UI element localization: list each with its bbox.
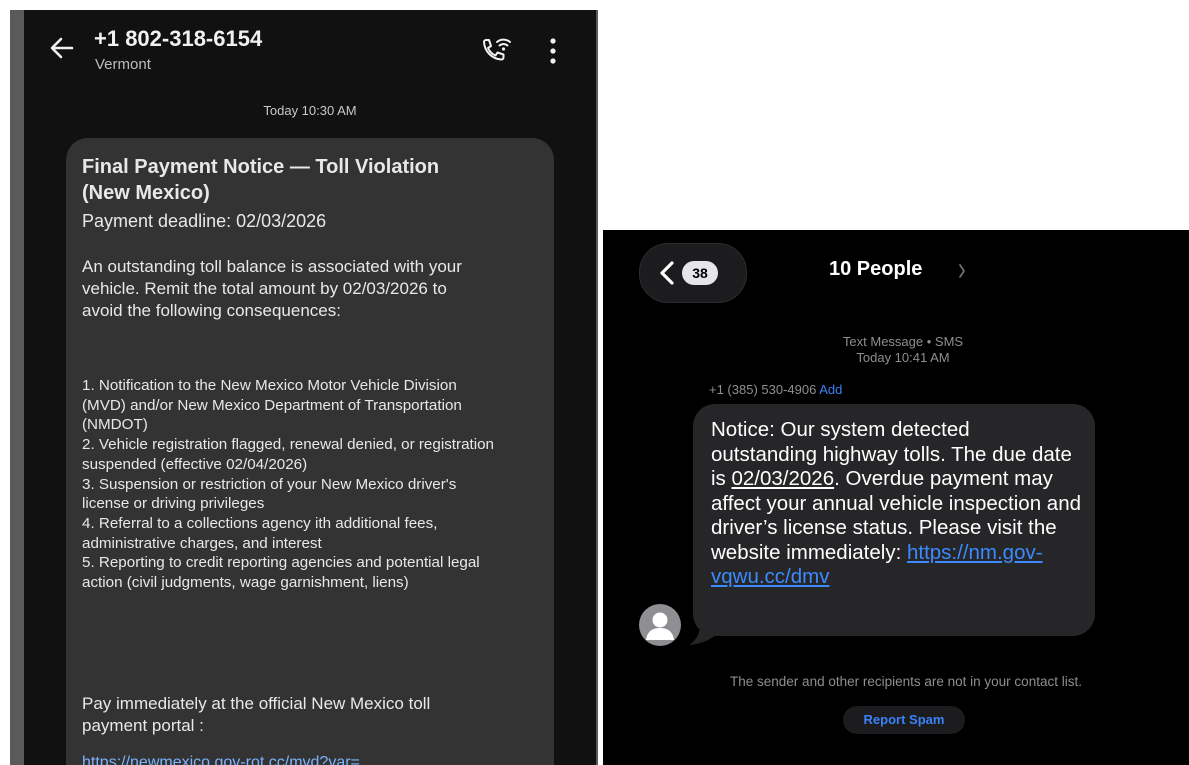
back-arrow-icon[interactable] — [48, 34, 76, 62]
report-spam-button[interactable]: Report Spam — [843, 706, 965, 734]
chevron-left-icon — [660, 261, 674, 285]
sender-line: +1 (385) 530-4906 Add — [709, 382, 842, 397]
message-title: Final Payment Notice — Toll Violation (N… — [82, 156, 440, 204]
more-options-icon[interactable] — [548, 36, 558, 66]
pay-prompt: Pay immediately at the official New Mexi… — [82, 694, 431, 735]
payment-link[interactable]: https://newmexico.gov-rot.cc/mvd?var= — [82, 754, 492, 765]
list-item: 1. Notification to the New Mexico Motor … — [82, 377, 462, 434]
sender-phone-number: +1 802-318-6154 — [94, 26, 263, 51]
person-icon — [646, 612, 674, 640]
consequences-list: 1. Notification to the New Mexico Motor … — [82, 376, 502, 593]
ios-conversation-screen: 38 10 People Text Message • SMS Today 10… — [603, 230, 1189, 765]
conversation-header: +1 802-318-6154 Vermont — [24, 10, 596, 86]
back-button[interactable]: 38 — [639, 243, 747, 303]
message-timestamp: Today 10:41 AM — [856, 350, 950, 365]
list-item: 4. Referral to a collections agency ith … — [82, 514, 438, 552]
message-type-label: Text Message • SMS — [842, 334, 964, 349]
android-conversation-screen: +1 802-318-6154 Vermont Today 10:30 AM F… — [24, 10, 596, 765]
conversation-title[interactable]: 10 People — [829, 258, 922, 281]
unknown-sender-notice: The sender and other recipients are not … — [730, 674, 1082, 689]
list-item: 3. Suspension or restriction of your New… — [82, 475, 457, 513]
list-item: 5. Reporting to credit reporting agencie… — [82, 554, 480, 592]
android-screenshot-frame: +1 802-318-6154 Vermont Today 10:30 AM F… — [10, 10, 598, 765]
list-item: 2. Vehicle registration flagged, renewal… — [82, 436, 494, 473]
avatar[interactable] — [639, 604, 681, 646]
unread-count-badge: 38 — [682, 261, 718, 285]
message-deadline: Payment deadline: 02/03/2026 — [82, 211, 327, 231]
sender-phone-number: +1 (385) 530-4906 — [709, 382, 817, 397]
message-text: Notice: Our system detected outstanding … — [711, 418, 1081, 590]
due-date[interactable]: 02/03/2026 — [732, 467, 835, 490]
add-contact-link[interactable]: Add — [819, 382, 842, 397]
wifi-call-icon[interactable] — [480, 36, 512, 66]
message-intro: An outstanding toll balance is associate… — [82, 257, 462, 320]
message-timestamp: Today 10:30 AM — [263, 103, 357, 118]
chevron-right-icon[interactable] — [958, 263, 966, 279]
sender-location: Vermont — [95, 56, 151, 73]
